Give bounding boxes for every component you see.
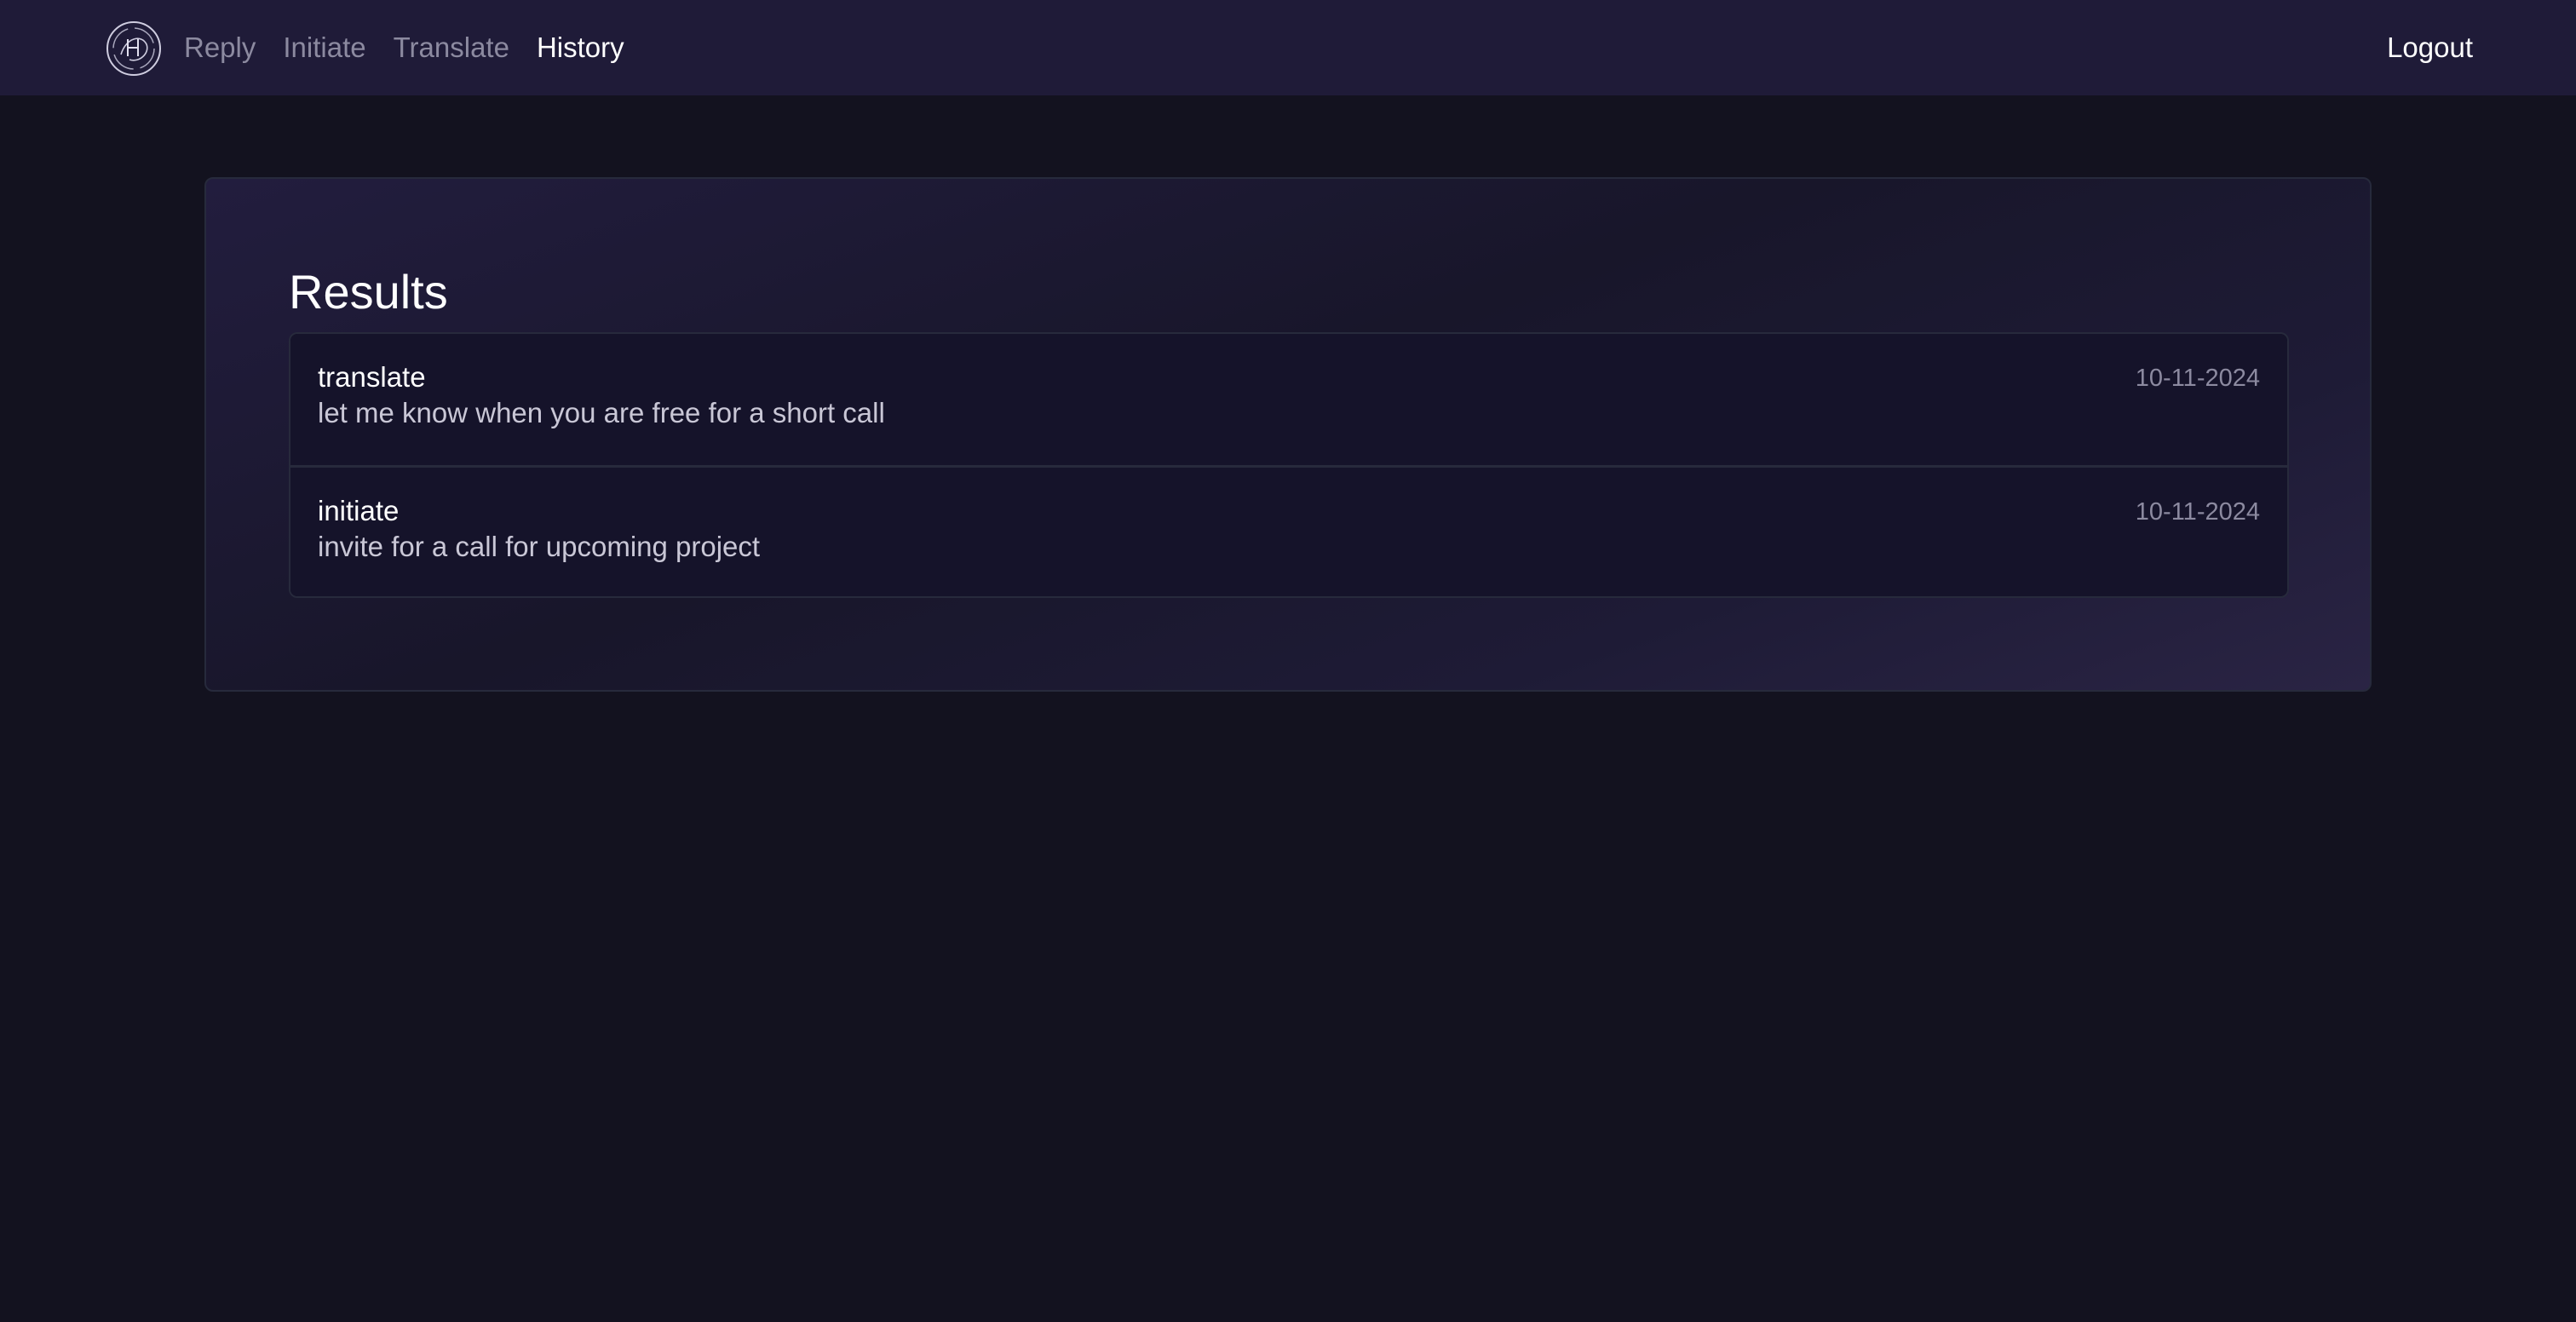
history-item-text: invite for a call for upcoming project [318, 531, 761, 562]
list-item[interactable]: translate let me know when you are free … [290, 334, 2287, 465]
history-item-type: initiate [318, 495, 400, 526]
history-item-date: 10-11-2024 [2135, 498, 2260, 526]
results-card: Results translate let me know when you a… [204, 177, 2372, 692]
history-item-date: 10-11-2024 [2135, 365, 2260, 392]
nav-link-initiate[interactable]: Initiate [283, 32, 365, 64]
nav-link-translate[interactable]: Translate [394, 32, 509, 64]
app-logo-icon[interactable] [106, 20, 162, 77]
main-nav: Reply Initiate Translate History [184, 0, 624, 95]
history-item-text: let me know when you are free for a shor… [318, 397, 885, 428]
logout-button[interactable]: Logout [2387, 0, 2473, 95]
history-item-type: translate [318, 361, 426, 393]
nav-link-history[interactable]: History [537, 32, 624, 64]
top-navbar: Reply Initiate Translate History Logout [0, 0, 2576, 95]
list-item[interactable]: initiate invite for a call for upcoming … [290, 465, 2287, 596]
history-list: translate let me know when you are free … [289, 332, 2289, 598]
nav-link-reply[interactable]: Reply [184, 32, 256, 64]
page-title: Results [289, 265, 448, 319]
